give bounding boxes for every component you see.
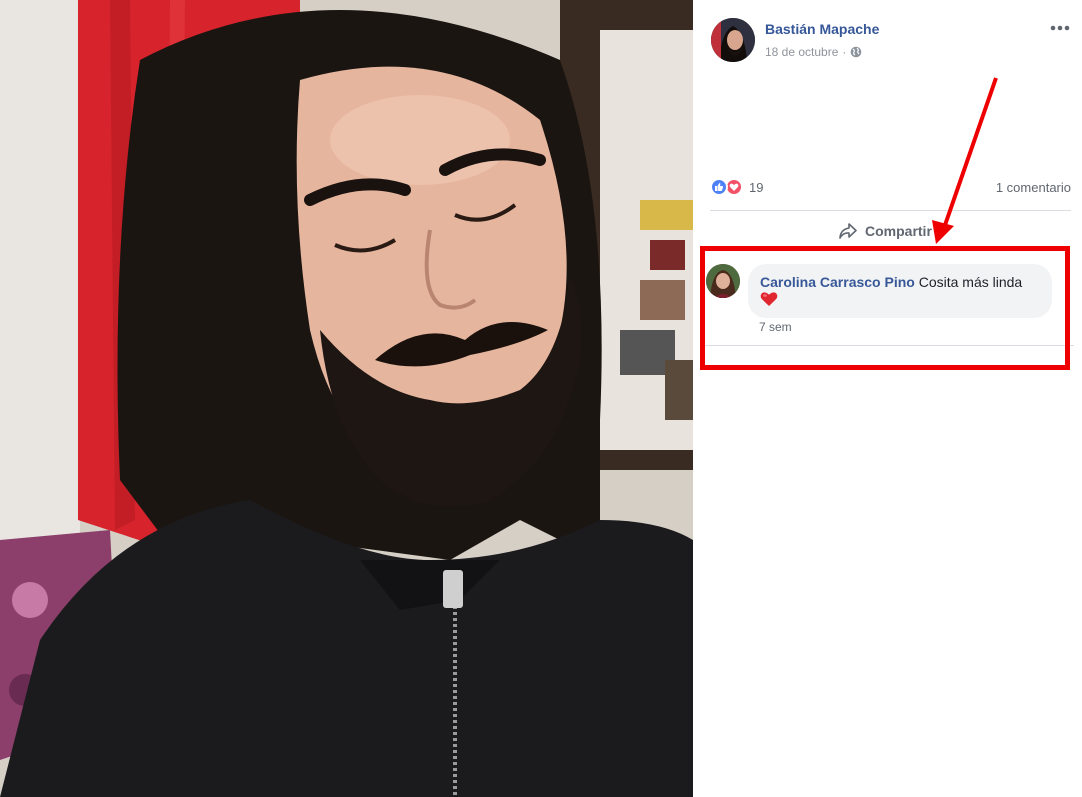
post-photo[interactable]	[0, 0, 693, 797]
reactions-summary[interactable]: 19	[710, 178, 763, 196]
post-details-panel: Bastián Mapache 18 de octubre · 19 1 com…	[693, 0, 1082, 797]
share-button[interactable]: Compartir	[838, 222, 932, 240]
share-arrow-icon	[839, 223, 857, 239]
highlight-box	[700, 246, 1070, 370]
reaction-count: 19	[749, 179, 764, 195]
comment-count-link[interactable]: 1 comentario	[996, 180, 1071, 195]
post-author-name[interactable]: Bastián Mapache	[765, 21, 879, 37]
post-meta: 18 de octubre ·	[765, 45, 862, 59]
meta-separator: ·	[842, 45, 847, 59]
author-avatar[interactable]	[711, 18, 755, 62]
more-options-icon[interactable]	[1048, 20, 1072, 36]
like-icon	[710, 178, 728, 196]
post-date[interactable]: 18 de octubre	[765, 45, 838, 59]
share-label: Compartir	[865, 223, 932, 239]
portrait-image	[0, 0, 693, 797]
globe-icon[interactable]	[850, 46, 862, 58]
divider	[710, 210, 1071, 211]
